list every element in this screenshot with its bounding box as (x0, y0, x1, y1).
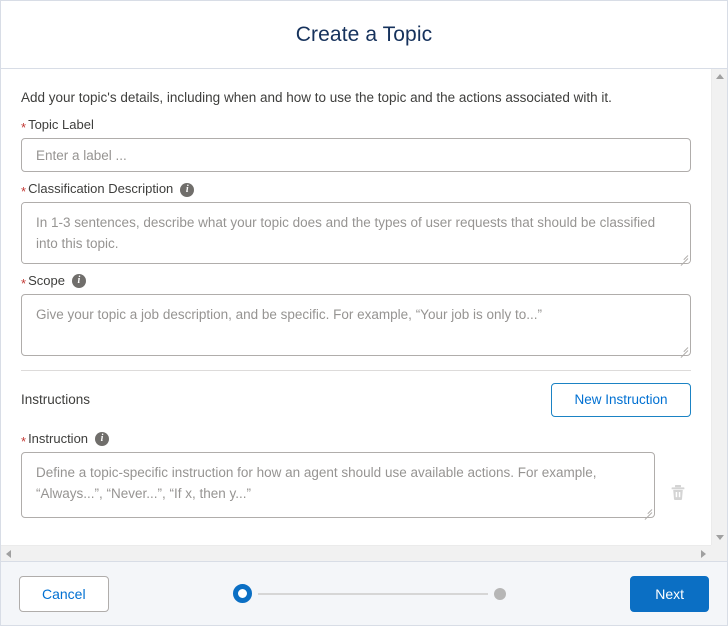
classification-description-wrap (21, 202, 691, 266)
required-asterisk: * (21, 275, 27, 291)
new-instruction-button[interactable]: New Instruction (551, 382, 691, 417)
topic-label-input[interactable] (21, 138, 691, 173)
modal-footer: Cancel Next (1, 561, 727, 625)
field-topic-label: * Topic Label (21, 117, 691, 173)
progress-step-2[interactable] (494, 587, 506, 600)
scope-wrap (21, 293, 691, 358)
instruction-label: * Instruction i (21, 431, 691, 448)
classification-description-label: * Classification Description i (21, 181, 691, 198)
progress-indicator (233, 584, 506, 603)
required-asterisk: * (21, 433, 27, 449)
scroll-left-arrow-icon[interactable] (6, 550, 11, 558)
instruction-textarea-wrap (21, 451, 655, 520)
instruction-row (21, 451, 691, 520)
instructions-section-title: Instructions (21, 392, 91, 408)
classification-description-text: Classification Description (28, 181, 174, 197)
create-topic-modal: Create a Topic Add your topic's details,… (0, 0, 728, 626)
progress-step-1[interactable] (233, 584, 252, 603)
topic-label-label: * Topic Label (21, 117, 691, 134)
modal-header: Create a Topic (1, 1, 727, 69)
scope-label: * Scope i (21, 273, 691, 290)
instructions-header-row: Instructions New Instruction (21, 382, 691, 417)
delete-instruction-button[interactable] (665, 480, 691, 506)
intro-text: Add your topic's details, including when… (21, 90, 612, 105)
scope-textarea[interactable] (21, 293, 691, 356)
field-scope: * Scope i (21, 273, 691, 358)
classification-description-textarea[interactable] (21, 202, 691, 264)
instruction-textarea[interactable] (21, 451, 655, 518)
field-classification-description: * Classification Description i (21, 181, 691, 266)
instruction-label-text: Instruction (28, 430, 89, 446)
section-divider (21, 369, 691, 371)
scroll-down-arrow-icon[interactable] (716, 535, 724, 540)
scrollbar-corner (711, 545, 727, 561)
scroll-up-arrow-icon[interactable] (716, 74, 724, 79)
cancel-button[interactable]: Cancel (19, 575, 109, 612)
next-button[interactable]: Next (630, 575, 709, 612)
progress-connector (258, 592, 488, 595)
scope-label-text: Scope (28, 273, 65, 288)
info-icon[interactable]: i (180, 182, 195, 197)
horizontal-scrollbar[interactable] (1, 545, 711, 561)
vertical-scrollbar[interactable] (711, 69, 727, 545)
info-icon[interactable]: i (95, 432, 110, 447)
instruction-ta-wrap (21, 451, 655, 520)
scroll-right-arrow-icon[interactable] (701, 550, 706, 558)
trash-icon (671, 485, 685, 501)
required-asterisk: * (21, 184, 27, 200)
page-title: Create a Topic (295, 22, 433, 46)
field-instruction: * Instruction i (21, 431, 691, 520)
form-scroll-area: Add your topic's details, including when… (1, 69, 711, 545)
info-icon[interactable]: i (71, 274, 86, 289)
topic-label-text: Topic Label (28, 117, 94, 133)
required-asterisk: * (21, 120, 27, 136)
modal-body: Add your topic's details, including when… (1, 69, 727, 561)
